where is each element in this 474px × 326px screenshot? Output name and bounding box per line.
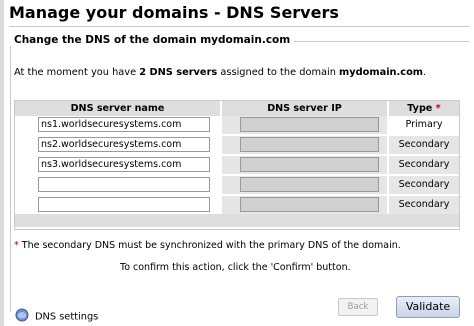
name-cell: ns3.worldsecuresystems.com	[15, 156, 220, 174]
table-row: Secondary	[15, 176, 459, 194]
dns-ip-input-1	[240, 117, 379, 132]
name-cell	[15, 176, 220, 194]
dns-count: 2 DNS servers	[139, 67, 218, 78]
dns-settings-icon	[15, 308, 29, 325]
table-row: ns1.worldsecuresystems.com Primary	[15, 116, 459, 134]
type-cell: Primary	[389, 116, 459, 134]
left-edge-strip	[0, 0, 4, 326]
table-row: ns3.worldsecuresystems.com Secondary	[15, 156, 459, 174]
page-title: Manage your domains - DNS Servers	[9, 3, 469, 27]
dns-ip-input-5	[240, 197, 379, 212]
sync-note: * The secondary DNS must be synchronized…	[14, 240, 401, 251]
header-type-label: Type	[407, 103, 433, 114]
domain-name: mydomain.com	[339, 67, 424, 78]
type-cell: Secondary	[389, 196, 459, 214]
ip-cell	[222, 176, 387, 194]
name-cell: ns1.worldsecuresystems.com	[15, 116, 220, 134]
ip-cell	[222, 156, 387, 174]
name-cell: ns2.worldsecuresystems.com	[15, 136, 220, 154]
table-row: ns2.worldsecuresystems.com Secondary	[15, 136, 459, 154]
section-title: Change the DNS of the domain mydomain.co…	[10, 34, 295, 46]
back-button[interactable]: Back	[338, 298, 378, 316]
validate-button[interactable]: Validate	[396, 296, 460, 318]
dns-name-input-3[interactable]: ns3.worldsecuresystems.com	[38, 157, 210, 172]
table-row: Secondary	[15, 196, 459, 214]
note-text: The secondary DNS must be synchronized w…	[18, 240, 401, 251]
dns-settings-link[interactable]: DNS settings	[15, 308, 98, 325]
table-footer-bar	[15, 214, 459, 227]
required-mark: *	[435, 103, 441, 114]
dns-settings-label: DNS settings	[35, 311, 99, 323]
dns-name-input-2[interactable]: ns2.worldsecuresystems.com	[38, 137, 210, 152]
dns-ip-input-3	[240, 157, 379, 172]
ip-cell	[222, 196, 387, 214]
confirm-instructions: To confirm this action, click the 'Confi…	[120, 262, 351, 273]
ip-cell	[222, 116, 387, 134]
header-dns-server-name: DNS server name	[15, 101, 220, 116]
intro-middle: assigned to the domain	[217, 67, 340, 78]
type-cell: Secondary	[389, 156, 459, 174]
intro-suffix: .	[423, 67, 427, 78]
type-cell: Secondary	[389, 176, 459, 194]
dns-ip-input-4	[240, 177, 379, 192]
header-type: Type *	[389, 101, 459, 116]
dns-ip-input-2	[240, 137, 379, 152]
ip-cell	[222, 136, 387, 154]
type-cell: Secondary	[389, 136, 459, 154]
header-dns-server-ip: DNS server IP	[222, 101, 387, 116]
dns-name-input-4[interactable]	[38, 177, 210, 192]
dns-name-input-1[interactable]: ns1.worldsecuresystems.com	[38, 117, 210, 132]
dns-name-input-5[interactable]	[38, 197, 210, 212]
intro-prefix: At the moment you have	[14, 67, 140, 78]
dns-servers-table: DNS server name DNS server IP Type * ns1…	[14, 100, 460, 230]
name-cell	[15, 196, 220, 214]
intro-text: At the moment you have 2 DNS servers ass…	[14, 67, 426, 78]
